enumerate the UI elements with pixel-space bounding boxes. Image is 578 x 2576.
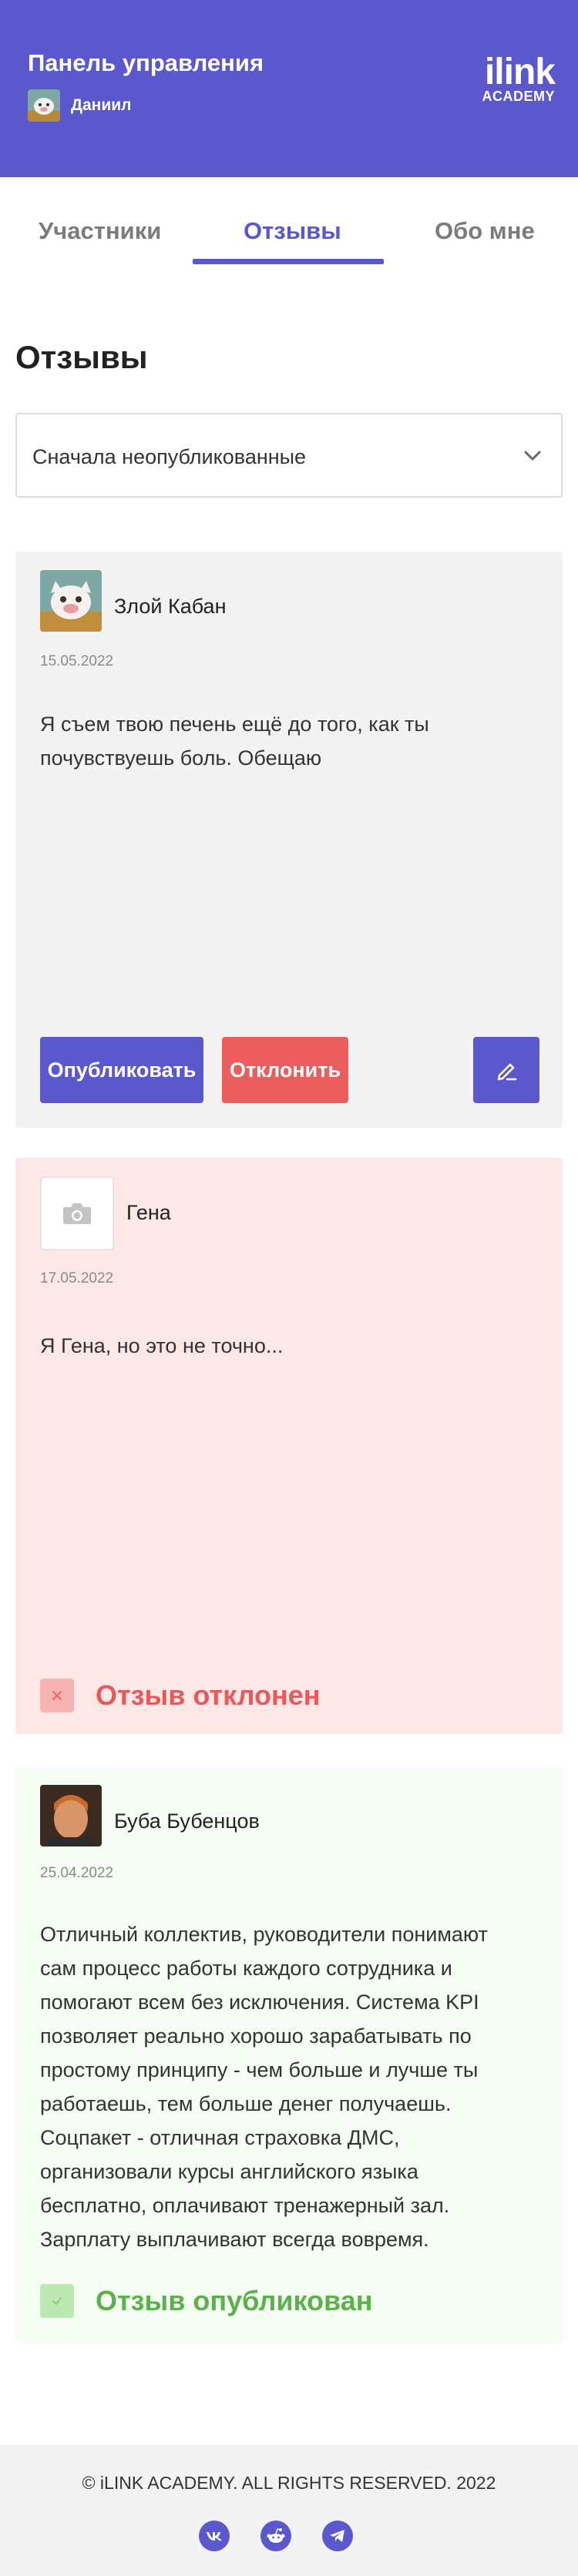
review-status: Отзыв отклонен xyxy=(40,1679,320,1712)
tab-reviews[interactable]: Отзывы xyxy=(244,217,341,245)
footer: © iLINK ACADEMY. ALL RIGHTS RESERVED. 20… xyxy=(0,2445,578,2576)
sort-select[interactable]: Сначала неопубликованные xyxy=(15,413,563,498)
telegram-icon[interactable] xyxy=(322,2521,353,2551)
review-author: Буба Бубенцов xyxy=(114,1810,260,1833)
review-text: Я Гена, но это не точно... xyxy=(40,1334,284,1357)
avatar xyxy=(40,1785,102,1846)
avatar xyxy=(40,570,102,632)
review-card: Буба Бубенцов 25.04.2022 Отличный коллек… xyxy=(15,1766,563,2343)
pencil-icon xyxy=(497,1063,517,1081)
review-author: Злой Кабан xyxy=(114,595,227,618)
tab-participants[interactable]: Участники xyxy=(39,217,161,245)
review-author: Гена xyxy=(126,1201,171,1224)
social-links xyxy=(199,2521,353,2551)
page-title: Панель управления xyxy=(28,49,264,76)
close-icon xyxy=(40,1679,74,1712)
status-label: Отзыв опубликован xyxy=(96,2285,373,2316)
header: Панель управления Даниил ilink ACADEMY xyxy=(0,0,578,177)
vk-icon[interactable] xyxy=(199,2521,230,2551)
review-text: Отличный коллектив, руководители понимаю… xyxy=(40,1923,488,2251)
review-card: Гена 17.05.2022 Я Гена, но это не точно.… xyxy=(15,1158,563,1734)
review-date: 25.04.2022 xyxy=(40,1865,114,1881)
check-icon xyxy=(40,2284,74,2318)
page: Панель управления Даниил ilink ACADEMY У… xyxy=(0,0,578,2576)
status-label: Отзыв отклонен xyxy=(96,1679,321,1711)
section-title: Отзывы xyxy=(15,339,148,375)
user-name: Даниил xyxy=(71,96,132,114)
chevron-down-icon xyxy=(524,451,541,461)
sort-select-value: Сначала неопубликованные xyxy=(32,445,307,468)
camera-icon xyxy=(63,1203,91,1224)
tab-about[interactable]: Обо мне xyxy=(435,217,535,245)
review-date: 17.05.2022 xyxy=(40,1270,114,1286)
avatar-placeholder xyxy=(40,1176,114,1250)
review-date: 15.05.2022 xyxy=(40,653,114,669)
copyright: © iLINK ACADEMY. ALL RIGHTS RESERVED. 20… xyxy=(82,2473,496,2493)
ilink-logo[interactable]: ilink ACADEMY xyxy=(482,52,556,105)
logo-sub-text: ACADEMY xyxy=(482,89,555,104)
reject-button[interactable]: Отклонить xyxy=(222,1037,348,1103)
review-card: Злой Кабан 15.05.2022 Я съем твою печень… xyxy=(15,552,563,1128)
active-tab-indicator xyxy=(193,259,384,264)
review-status: Отзыв опубликован xyxy=(40,2284,372,2318)
avatar xyxy=(28,89,60,122)
logo-main-text: ilink xyxy=(484,52,556,92)
reddit-icon[interactable] xyxy=(260,2521,291,2551)
edit-button[interactable] xyxy=(473,1037,539,1103)
review-text: Я съем твою печень ещё до того, как ты п… xyxy=(40,713,429,770)
user-info[interactable]: Даниил xyxy=(28,89,131,122)
publish-button[interactable]: Опубликовать xyxy=(40,1037,203,1103)
